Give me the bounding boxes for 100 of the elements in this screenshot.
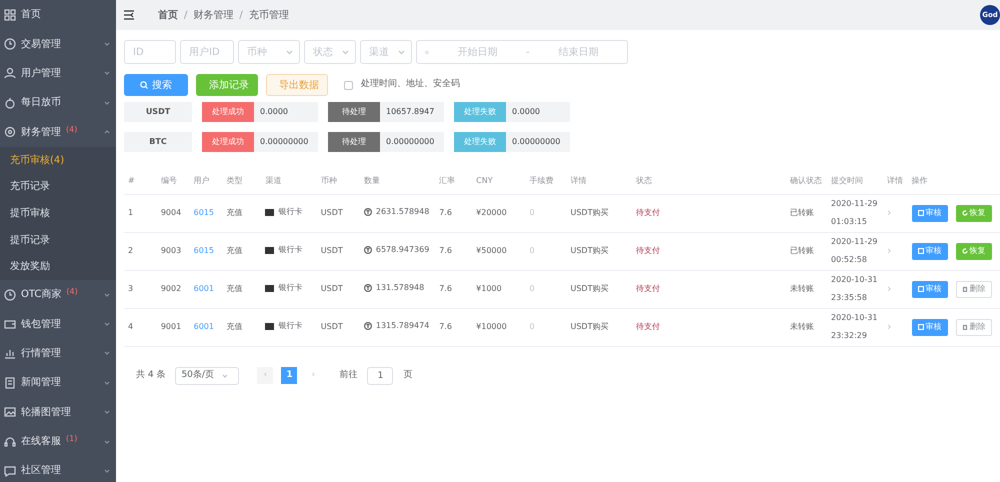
edit-icon [918, 210, 924, 216]
select-field[interactable]: 渠道 [360, 40, 412, 64]
sidebar-item[interactable]: 社区管理 [21, 463, 61, 478]
expand-toggle[interactable]: › [882, 232, 908, 270]
page-button[interactable]: 1 [281, 367, 298, 384]
card-icon [265, 208, 274, 216]
sidebar-item[interactable]: 首页 [21, 7, 41, 22]
sidebar-item[interactable]: 钱包管理 [21, 316, 61, 332]
table-cell: 7.6 [435, 308, 472, 346]
sidebar-item[interactable]: OTC商家 [21, 287, 62, 302]
delete-button[interactable]: 删除 [956, 318, 992, 336]
total-count: 共 4 条 [136, 368, 166, 382]
refresh-icon [962, 210, 968, 216]
breadcrumb-separator: / [239, 8, 243, 22]
checkbox[interactable] [344, 80, 353, 90]
coin-label: BTC [124, 132, 192, 152]
goto-label: 前往 [339, 368, 358, 382]
submenu-item[interactable]: 充币记录 [0, 174, 116, 200]
review-button[interactable]: 审核 [912, 280, 948, 298]
range-separator: - [526, 46, 530, 60]
table-cell: 2631.578948 [376, 206, 430, 218]
wallet-icon [4, 318, 16, 330]
restore-button[interactable]: 恢复 [956, 242, 992, 260]
page-suffix: 页 [403, 368, 412, 382]
start-date-field[interactable]: 开始日期 [436, 44, 518, 60]
export-button[interactable]: 导出数据 [266, 74, 328, 96]
column-header: 详情 [882, 168, 908, 194]
submenu-item[interactable]: 提币审核 [0, 200, 116, 227]
expand-toggle[interactable]: › [882, 270, 908, 308]
table-cell: 6578.947369 [376, 244, 430, 256]
column-header: 详情 [566, 168, 632, 194]
table-cell: 4 [124, 308, 157, 346]
review-button[interactable]: 审核 [912, 242, 948, 260]
user-link[interactable]: 6001 [190, 270, 222, 308]
edit-icon [918, 324, 924, 330]
text-field[interactable]: 用户ID [180, 40, 234, 64]
gear-icon [4, 126, 16, 138]
breadcrumb-item[interactable]: 财务管理 [193, 8, 234, 22]
column-header: 币种 [316, 168, 360, 194]
coin-icon [364, 284, 372, 292]
table-cell: 充值 [222, 194, 262, 232]
count-label: (4) [66, 286, 78, 298]
date-text: 2020-11-29 [831, 236, 879, 248]
sidebar-item[interactable]: 每日放币 [21, 95, 61, 110]
time-text: 23:35:58 [831, 292, 868, 304]
coin-label: USDT [124, 102, 192, 122]
sidebar-item[interactable]: 轮播图管理 [21, 404, 71, 420]
user-link[interactable]: 6001 [190, 308, 222, 346]
table-cell: 充值 [222, 270, 262, 308]
sidebar-item[interactable]: 交易管理 [21, 36, 61, 52]
table-cell: 131.578948 [376, 282, 424, 294]
text-field[interactable]: ID [124, 40, 176, 64]
next-page-button[interactable]: › [305, 367, 322, 384]
column-header: 类型 [222, 168, 262, 194]
amount-value: 0.00000000 [506, 132, 570, 152]
coin-icon [4, 96, 16, 109]
end-date-field[interactable]: 结束日期 [538, 44, 619, 60]
user-link[interactable]: 6015 [190, 194, 222, 232]
expand-toggle[interactable]: › [882, 308, 908, 346]
sidebar-item[interactable]: 行情管理 [21, 346, 61, 361]
date-range-field[interactable]: 开始日期 - 结束日期 [416, 40, 628, 64]
page-input[interactable]: 1 [367, 366, 394, 384]
column-header: 操作 [908, 168, 1000, 194]
submenu-item[interactable]: 提币记录 [0, 226, 116, 254]
table-cell: 9002 [156, 270, 190, 308]
column-header: 渠道 [261, 168, 317, 194]
menu-icon [124, 10, 134, 20]
review-button[interactable]: 审核 [912, 204, 948, 222]
table-cell: 7.6 [435, 194, 472, 232]
column-header: 状态 [632, 168, 786, 194]
search-button[interactable]: 搜索 [124, 74, 188, 96]
delete-button[interactable]: 删除 [956, 280, 992, 298]
breadcrumb-item[interactable]: 首页 [158, 8, 178, 22]
page-size-select[interactable]: 50条/页 [175, 366, 240, 384]
sidebar-item[interactable]: 用户管理 [21, 66, 61, 81]
restore-button[interactable]: 恢复 [956, 204, 992, 222]
search-icon [140, 81, 148, 89]
submenu-item[interactable]: 发放奖励 [0, 253, 116, 280]
select-field[interactable]: 状态 [304, 40, 356, 64]
sidebar-item[interactable]: 新闻管理 [21, 375, 61, 390]
table-cell: 0 [525, 308, 566, 346]
column-header: 手续费 [525, 168, 566, 194]
amount-value: 10657.8947 [380, 102, 444, 122]
expand-toggle[interactable]: › [882, 194, 908, 232]
column-header: # [124, 168, 157, 194]
status-text: 待支付 [632, 232, 786, 270]
card-icon [265, 322, 274, 330]
sidebar-item[interactable]: 在线客服 [21, 434, 61, 450]
table-cell: 已转账 [786, 194, 828, 232]
sidebar-item[interactable]: 财务管理 [21, 124, 61, 140]
submenu-item[interactable]: 充币审核(4) [0, 146, 116, 174]
add-button[interactable]: 添加记录 [196, 74, 258, 96]
table-cell: ¥50000 [472, 232, 526, 270]
table-cell: 0 [525, 270, 566, 308]
headset-icon [4, 436, 16, 448]
review-button[interactable]: 审核 [912, 318, 948, 336]
table-cell: 银行卡 [278, 206, 302, 218]
user-link[interactable]: 6015 [190, 232, 222, 270]
select-field[interactable]: 币种 [238, 40, 300, 64]
status-label: 待处理 [328, 102, 380, 122]
